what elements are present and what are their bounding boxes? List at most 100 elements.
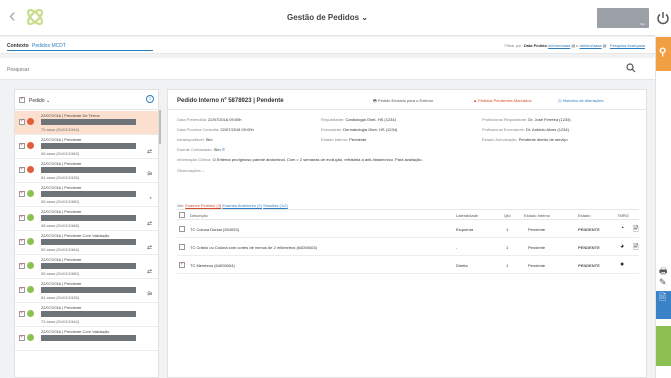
tab-sessions[interactable]: Sessões (1/2) [263, 203, 288, 208]
list-item[interactable]: 22/07/2016 | Pendente 48 anos (01/01/1968… [15, 207, 158, 231]
date-filter: Filtrar por: Data Pedido dd/mm/aaaa ▦ ▸ … [504, 43, 645, 48]
col-state: Estado [578, 213, 591, 218]
scrollbar[interactable] [159, 110, 161, 144]
report-document-icon[interactable]: 🖹 [633, 225, 639, 236]
table-row[interactable]: TC Coluna Dorsal (264003) Esquerda 1 Penden… [177, 220, 639, 238]
printer-icon: 🖶 [373, 98, 377, 103]
exam-checkbox[interactable] [179, 226, 185, 232]
list-item[interactable]: 22/07/2016 | Pendente 81 anos (01/01/1935… [15, 279, 158, 303]
row-checkbox[interactable] [19, 214, 25, 221]
order-date-status: 22/07/2016 | Pendente [41, 185, 82, 190]
col-description: Descrição [190, 213, 208, 218]
list-item[interactable]: 22/07/2016 | Pendente Com Validação 52 an… [15, 231, 158, 255]
history-icon: ◷ [558, 98, 562, 103]
history-action[interactable]: ◷ Histórico de Alterações [558, 98, 604, 103]
patient-age: 36 anos (01/01/1980) [41, 199, 80, 204]
exam-state: PENDENTE [578, 245, 600, 250]
phone-icon[interactable]: ✆ [222, 147, 225, 152]
order-detail-panel: Pedido Interno nº 5878923 | Pendente 🖶 P… [167, 89, 647, 378]
calendar-icon[interactable]: ▦ [603, 43, 607, 48]
history-label: Histórico de Alterações [562, 98, 604, 103]
select-all-exams-checkbox[interactable] [179, 212, 185, 218]
row-checkbox[interactable] [19, 310, 25, 317]
exam-description: TC Crânio ou Coluna com cortes de menos … [190, 245, 317, 250]
select-all-checkbox[interactable] [19, 96, 25, 103]
logout-label[interactable]: Sair [640, 22, 645, 26]
order-date-status: 22/07/2016 | Pendente [41, 161, 82, 166]
pending-marked-action[interactable]: ▲ Pedidos Pendentes Marcados [473, 98, 531, 103]
patient-age: 81 anos (01/01/1935) [41, 295, 80, 300]
top-bar: ‹ Gestão de Pedidos ⌄ Sair [0, 0, 655, 36]
power-icon [657, 12, 669, 25]
user-menu[interactable]: Sair [597, 8, 649, 28]
filter-field: Data Pedido [523, 43, 547, 48]
patient-name-redacted [41, 287, 136, 293]
search-input[interactable] [7, 65, 607, 75]
tab-previous-exams[interactable]: Exames Anteriores (2) [222, 203, 262, 208]
exam-internal-state: Pendente [528, 245, 546, 250]
tab-requested-exams[interactable]: Exames Pedidos (3) [185, 203, 221, 208]
calendar-button[interactable] [656, 326, 671, 366]
col-quantity: Qtd [504, 213, 511, 218]
list-item[interactable]: 22/07/2016 | Pendente 35 anos (01/01/1980… [15, 255, 158, 279]
edit-icon[interactable]: ✎ [659, 277, 671, 289]
document-icon[interactable]: 🖹 [659, 290, 671, 302]
exam-state: PENDENTE [578, 263, 600, 268]
order-date-status: 22/07/2016 | Pendente Com Validação [41, 329, 110, 334]
context-underline [7, 50, 153, 51]
row-checkbox[interactable] [19, 286, 25, 293]
table-row[interactable]: TC Crânio ou Coluna com cortes de menos … [177, 238, 639, 256]
app-title[interactable]: Gestão de Pedidos ⌄ [0, 13, 655, 22]
row-checkbox[interactable] [19, 334, 25, 341]
info-icon[interactable]: i [146, 95, 154, 103]
row-status-icon: ⛿ [147, 172, 152, 178]
priority-dot-icon [27, 310, 34, 317]
external-order-action[interactable]: 🖶 Pedido Enviado para o Exterior [373, 98, 433, 105]
date-from-input[interactable]: dd/mm/aaaa [548, 43, 570, 48]
date-to-input[interactable]: dd/mm/aaaa [579, 43, 601, 48]
print-icon[interactable]: 🖶 [659, 264, 671, 276]
report-document-icon[interactable]: 🖹 [633, 243, 639, 254]
row-checkbox[interactable] [19, 238, 25, 245]
order-date-status: 22/07/2016 | Pendente [41, 305, 82, 310]
row-checkbox[interactable] [19, 262, 25, 269]
tmrg-indicator-icon: ◕ [620, 243, 625, 250]
calendar-icon[interactable]: ▦ [571, 43, 575, 48]
row-checkbox[interactable] [19, 142, 25, 149]
power-button[interactable] [655, 0, 671, 36]
col-internal-state: Estado Interno [524, 213, 551, 218]
row-checkbox[interactable] [19, 166, 25, 173]
list-item[interactable]: 22/07/2016 | Pendente 36 anos (01/01/1980… [15, 183, 158, 207]
row-checkbox[interactable] [19, 190, 25, 197]
table-row[interactable]: TC Membros (64000004) Direita 1 Pendente PEN… [177, 256, 639, 274]
search-icon[interactable] [626, 63, 636, 73]
advanced-search-link[interactable]: Pesquisa Avançada [610, 43, 645, 48]
patient-name-redacted [41, 215, 136, 221]
detail-header: Pedido Interno nº 5878923 | Pendente 🖶 P… [168, 90, 646, 110]
list-item[interactable]: 22/07/2016 | Pendente 72 anos (01/01/1944… [15, 303, 158, 327]
patient-name-redacted [41, 335, 136, 341]
priority-dot-icon [27, 286, 34, 293]
priority-dot-icon [27, 262, 34, 269]
priority-dot-icon [27, 214, 34, 221]
list-item[interactable]: 22/07/2016 | Pendente De Termo 72 anos (0… [15, 111, 158, 135]
context-bar: Contexto Pedidos MCDT Filtrar por: Data … [0, 37, 655, 54]
priority-dot-icon [27, 238, 34, 245]
order-title: Pedido Interno nº 5878923 | Pendente [177, 98, 284, 104]
list-item[interactable]: 22/07/2016 | Pendente 81 anos (01/01/1935… [15, 159, 158, 183]
list-sort-label[interactable]: Pedido ⌄ [29, 98, 50, 104]
exam-checkbox[interactable] [179, 244, 185, 250]
context-selector[interactable]: Pedidos MCDT [32, 43, 66, 49]
list-item[interactable]: 22/07/2016 | Pendente 45 anos (01/01/1963… [15, 135, 158, 159]
order-date-status: 22/07/2016 | Pendente [41, 257, 82, 262]
patient-name-redacted [41, 239, 136, 245]
search-shortcut-button[interactable]: ⚲ [656, 37, 671, 71]
priority-dot-icon [27, 190, 34, 197]
authorization-state: Estado Autorização: Pendente diretor de … [482, 137, 568, 142]
orders-list-header: Pedido ⌄ i [15, 90, 158, 110]
row-checkbox[interactable] [19, 118, 25, 125]
list-item[interactable]: 22/07/2016 | Pendente Com Validação [15, 327, 158, 351]
col-tmrg: TMRG [617, 213, 629, 218]
patient-name-redacted [41, 143, 136, 149]
exam-checkbox[interactable] [179, 261, 185, 268]
